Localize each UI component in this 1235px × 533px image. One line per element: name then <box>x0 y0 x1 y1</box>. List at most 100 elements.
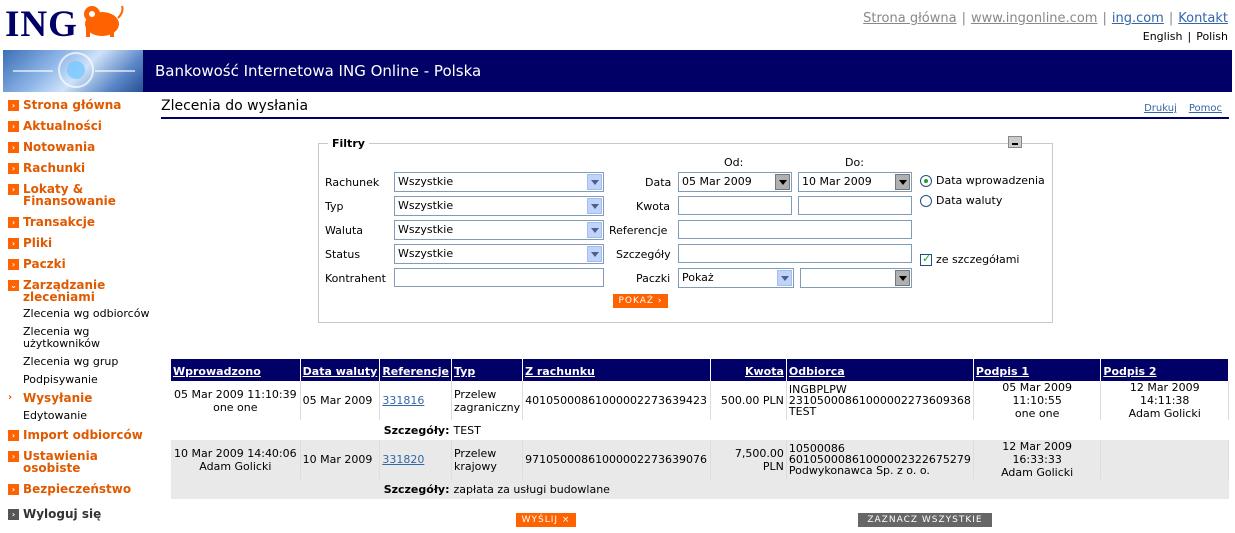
contractor-input[interactable] <box>394 268 604 287</box>
radio-value-date[interactable]: Data waluty <box>920 194 1002 207</box>
logout-link[interactable]: › Wyloguj się <box>8 507 101 521</box>
side-navigation: › Strona główna › Aktualności › Notowania ›… <box>8 99 158 521</box>
value-date-cell: 10 Mar 2009 <box>300 440 381 479</box>
details-value: TEST <box>453 423 481 437</box>
table-row[interactable]: 05 Mar 2009 11:10:39 one one 05 Mar 2009 … <box>171 381 1229 420</box>
page-title: Zlecenia do wysłania <box>161 98 309 114</box>
banner: Bankowość Internetowa ING Online - Polsk… <box>3 50 1232 92</box>
calendar-dropdown-icon[interactable] <box>775 174 790 190</box>
link-home[interactable]: Strona główna <box>863 11 956 26</box>
amount-from-input[interactable] <box>678 196 792 215</box>
lion-icon <box>83 5 124 37</box>
nav-sub-orders-by-recipient[interactable]: Zlecenia wg odbiorców <box>23 308 158 320</box>
nav-item-order-management[interactable]: ⌄ Zarządzanie zleceniami <box>8 279 158 303</box>
nav-item-security[interactable]: › Bezpieczeństwo <box>8 483 158 495</box>
lang-polish[interactable]: Polish <box>1196 30 1228 43</box>
col-signature-1[interactable]: Podpis 1 <box>973 359 1102 381</box>
from-account-cell: 40105000861000002273639423 <box>522 381 712 420</box>
link-contact[interactable]: Kontakt <box>1178 11 1228 26</box>
calendar-dropdown-icon[interactable] <box>895 174 910 190</box>
details-label: Szczegóły <box>616 248 671 261</box>
table-header: Wprowadzono Data waluty Referencje Typ Z… <box>171 359 1229 381</box>
col-from-account[interactable]: Z rachunku <box>522 359 712 381</box>
currency-label: Waluta <box>325 224 363 237</box>
filters-legend: Filtry <box>328 137 369 150</box>
amount-to-input[interactable] <box>798 196 912 215</box>
table-row[interactable]: 10 Mar 2009 14:40:06 Adam Golicki 10 Mar … <box>171 440 1229 479</box>
col-type[interactable]: Typ <box>451 359 524 381</box>
top-links: Strona główna | www.ingonline.com | ing.com |… <box>863 11 1228 26</box>
type-cell: Przelew krajowy <box>451 440 524 479</box>
language-switch: English | Polish <box>1142 30 1228 43</box>
link-ingcom[interactable]: ing.com <box>1112 11 1164 26</box>
table-details-row: Szczegóły: zapłata za usługi budowlane <box>171 479 1229 499</box>
col-amount[interactable]: Kwota <box>710 359 787 381</box>
from-label: Od: <box>724 156 744 169</box>
nav-item-transactions[interactable]: › Transakcje <box>8 216 158 228</box>
account-select[interactable]: Wszystkie <box>394 172 604 192</box>
nav-item-files[interactable]: › Pliki <box>8 237 158 249</box>
nav-sub-orders-by-user[interactable]: Zlecenia wg użytkowników <box>23 326 108 350</box>
chevron-right-icon: › <box>8 451 19 462</box>
chevron-right-icon: › <box>8 142 19 153</box>
signature-2-cell <box>1100 440 1229 479</box>
with-details-checkbox[interactable]: ze szczegółami <box>920 252 1019 266</box>
nav-item-deposits[interactable]: › Lokaty & Finansowanie <box>8 183 158 207</box>
signature-1-cell: 05 Mar 2009 11:10:55 one one <box>973 381 1102 420</box>
col-references[interactable]: Referencje <box>379 359 452 381</box>
nav-item-personal-settings[interactable]: › Ustawienia osobiste <box>8 450 158 474</box>
select-all-button[interactable]: ZAZNACZ WSZYSTKIE <box>858 513 992 527</box>
filters-panel: Filtry Rachunek Wszystkie Typ Wszystkie … <box>318 136 1053 323</box>
account-label: Rachunek <box>325 176 380 189</box>
orders-table: Wprowadzono Data waluty Referencje Typ Z… <box>171 359 1229 499</box>
col-signature-2[interactable]: Podpis 2 <box>1100 359 1229 381</box>
print-link[interactable]: Drukuj <box>1144 103 1177 114</box>
recipient-cell: 10500086 60105000861000002322675279 Podwyk… <box>786 440 974 479</box>
nav-sub-editing[interactable]: Edytowanie <box>23 410 158 422</box>
minimize-icon[interactable] <box>1008 136 1022 148</box>
details-input[interactable] <box>678 244 912 263</box>
reference-link[interactable]: 331820 <box>382 453 424 466</box>
nav-sub-signing[interactable]: Podpisywanie <box>23 374 158 386</box>
nav-item-quotes[interactable]: › Notowania <box>8 141 158 153</box>
chevron-right-icon: › <box>8 484 19 495</box>
currency-select[interactable]: Wszystkie <box>394 220 604 240</box>
radio-entry-date[interactable]: Data wprowadzenia <box>920 174 1045 187</box>
nav-item-accounts[interactable]: › Rachunki <box>8 162 158 174</box>
chevron-right-icon: › <box>8 430 19 441</box>
date-to-input[interactable]: 10 Mar 2009 <box>798 172 912 192</box>
nav-item-news[interactable]: › Aktualności <box>8 120 158 132</box>
nav-item-sending[interactable]: › Wysyłanie <box>8 392 158 404</box>
package-number-select[interactable] <box>800 268 912 288</box>
dropdown-arrow-icon <box>587 222 602 238</box>
status-select[interactable]: Wszystkie <box>394 244 604 264</box>
send-button[interactable]: WYŚLIJ × <box>516 513 576 527</box>
reference-link[interactable]: 331816 <box>382 394 424 407</box>
chevron-right-icon: › <box>8 392 13 403</box>
lang-english[interactable]: English <box>1143 30 1183 43</box>
col-entered[interactable]: Wprowadzono <box>171 359 301 381</box>
type-select[interactable]: Wszystkie <box>394 196 604 216</box>
nav-item-home[interactable]: › Strona główna <box>8 99 158 111</box>
banner-title: Bankowość Internetowa ING Online - Polsk… <box>155 62 482 80</box>
packages-label: Paczki <box>636 272 671 285</box>
nav-item-import-recipients[interactable]: › Import odbiorców <box>8 429 158 441</box>
references-input[interactable] <box>678 220 912 239</box>
references-label: Referencje <box>609 224 668 237</box>
nav-item-packages[interactable]: › Paczki <box>8 258 158 270</box>
packages-select[interactable]: Pokaż <box>678 268 794 288</box>
nav-sub-orders-by-group[interactable]: Zlecenia wg grup <box>23 356 158 368</box>
dropdown-arrow-icon <box>777 270 792 286</box>
details-label: Szczegóły: <box>383 423 450 437</box>
col-recipient[interactable]: Odbiorca <box>786 359 974 381</box>
details-value: zapłata za usługi budowlane <box>451 479 1229 499</box>
dropdown-arrow-icon <box>587 174 602 190</box>
link-ingonline[interactable]: www.ingonline.com <box>971 11 1098 26</box>
date-label: Data <box>645 176 672 189</box>
col-value-date[interactable]: Data waluty <box>300 359 381 381</box>
ing-logo[interactable]: ING <box>5 4 124 45</box>
help-link[interactable]: Pomoc <box>1189 103 1222 114</box>
chevron-right-icon: › <box>8 121 19 132</box>
date-from-input[interactable]: 05 Mar 2009 <box>678 172 792 192</box>
show-button[interactable]: POKAŻ › <box>613 294 668 308</box>
